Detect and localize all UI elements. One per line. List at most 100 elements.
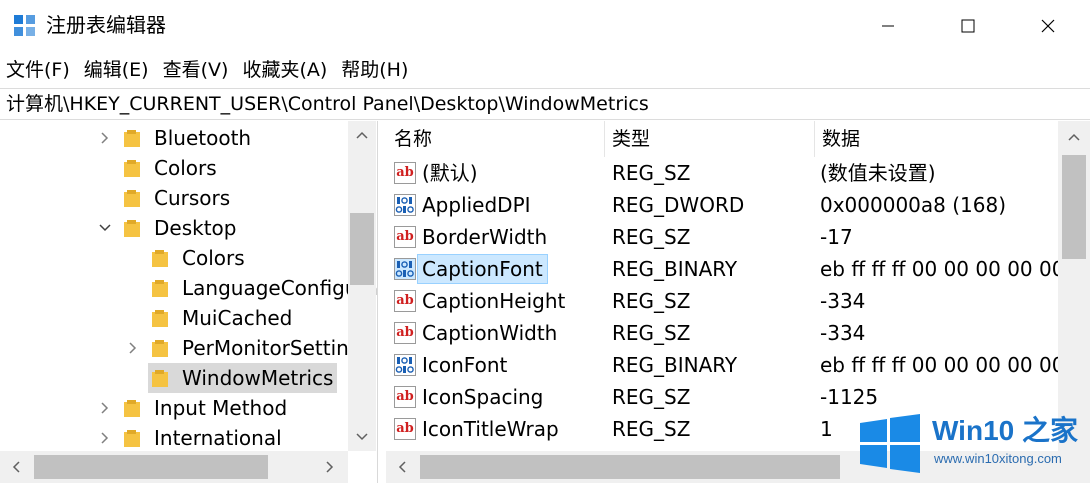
tree-item-content[interactable]: Colors: [120, 153, 221, 183]
windows-logo-icon: [860, 414, 920, 473]
scroll-left-icon[interactable]: [388, 453, 416, 481]
tree-item-content[interactable]: WindowMetrics: [148, 363, 338, 393]
window-title: 注册表编辑器: [46, 13, 166, 37]
value-row[interactable]: ab CaptionWidth REG_SZ -334: [386, 317, 1090, 349]
tree-item-content[interactable]: Colors: [148, 243, 249, 273]
values-vertical-scrollbar[interactable]: [1058, 121, 1090, 451]
watermark-name: Win10 之家: [932, 415, 1078, 446]
expand-arrow-icon[interactable]: [96, 432, 114, 444]
value-data: (数值未设置): [820, 161, 936, 185]
tree-item[interactable]: International: [96, 423, 286, 453]
value-row[interactable]: ab BorderWidth REG_SZ -17: [386, 221, 1090, 253]
value-row[interactable]: ab (默认) REG_SZ (数值未设置): [386, 157, 1090, 189]
tree-item-content[interactable]: LanguageConfiguration: [148, 273, 377, 303]
tree-item-content[interactable]: Cursors: [120, 183, 234, 213]
folder-icon: [152, 309, 168, 327]
binary-value-icon: [394, 354, 416, 376]
value-data: 0x000000a8 (168): [820, 193, 1007, 217]
value-type: REG_SZ: [612, 417, 691, 441]
tree-item-content[interactable]: Input Method: [120, 393, 291, 423]
minimize-icon: [882, 25, 894, 27]
tree-item-content[interactable]: Desktop: [120, 213, 240, 243]
tree-horizontal-thumb[interactable]: [34, 455, 268, 479]
close-button[interactable]: [1008, 0, 1088, 52]
menu-view[interactable]: 查看(V): [163, 55, 229, 85]
menu-file[interactable]: 文件(F): [6, 55, 70, 85]
tree-item[interactable]: WindowMetrics: [124, 363, 338, 393]
tree-vertical-thumb[interactable]: [350, 213, 374, 285]
value-data: eb ff ff ff 00 00 00 00 00: [820, 257, 1058, 281]
collapse-arrow-icon[interactable]: [96, 224, 114, 232]
value-type: REG_SZ: [612, 289, 691, 313]
tree-item[interactable]: PerMonitorSettings: [124, 333, 376, 363]
value-data: eb ff ff ff 00 00 00 00 00: [820, 353, 1058, 377]
tree-item[interactable]: Input Method: [96, 393, 291, 423]
folder-icon: [124, 429, 140, 447]
string-value-icon: ab: [394, 418, 416, 440]
tree-item[interactable]: MuiCached: [124, 303, 296, 333]
value-data: -334: [820, 289, 866, 313]
tree-item-content[interactable]: PerMonitorSettings: [148, 333, 376, 363]
close-icon: [1041, 19, 1055, 33]
value-row[interactable]: IconFont REG_BINARY eb ff ff ff 00 00 00 0…: [386, 349, 1090, 381]
maximize-button[interactable]: [928, 0, 1008, 52]
tree-item-label: International: [154, 426, 282, 450]
tree-item[interactable]: Cursors: [96, 183, 234, 213]
expand-arrow-icon[interactable]: [96, 132, 114, 144]
value-type: REG_BINARY: [612, 257, 738, 281]
tree-item[interactable]: Bluetooth: [96, 123, 255, 153]
title-bar: 注册表编辑器: [0, 0, 1090, 52]
value-name: IconTitleWrap: [422, 417, 559, 441]
menu-help[interactable]: 帮助(H): [341, 55, 408, 85]
value-name: BorderWidth: [422, 225, 548, 249]
value-row[interactable]: CaptionFont REG_BINARY eb ff ff ff 00 00 0…: [386, 253, 1090, 285]
string-value-icon: ab: [394, 162, 416, 184]
value-data: -334: [820, 321, 866, 345]
menu-bar: 文件(F) 编辑(E) 查看(V) 收藏夹(A) 帮助(H): [0, 52, 1090, 88]
values-vertical-thumb[interactable]: [1062, 155, 1086, 259]
scroll-down-icon[interactable]: [348, 423, 376, 451]
tree-item-content[interactable]: International: [120, 423, 286, 453]
tree-item-label: WindowMetrics: [182, 366, 334, 390]
column-header-type[interactable]: 类型: [604, 121, 814, 157]
tree-horizontal-scrollbar[interactable]: [0, 451, 348, 483]
scroll-right-icon[interactable]: [316, 453, 344, 481]
string-value-icon: ab: [394, 386, 416, 408]
tree-item-content[interactable]: MuiCached: [148, 303, 296, 333]
tree-item-content[interactable]: Bluetooth: [120, 123, 255, 153]
values-horizontal-thumb[interactable]: [420, 455, 840, 479]
value-type: REG_SZ: [612, 321, 691, 345]
tree-item[interactable]: Colors: [96, 153, 221, 183]
tree-item-label: Bluetooth: [154, 126, 252, 150]
tree-item[interactable]: Colors: [124, 243, 249, 273]
value-name: CaptionWidth: [422, 321, 558, 345]
address-bar[interactable]: 计算机\HKEY_CURRENT_USER\Control Panel\Desk…: [0, 88, 1090, 120]
maximize-icon: [961, 19, 975, 33]
tree-vertical-scrollbar[interactable]: [348, 121, 376, 451]
value-row[interactable]: AppliedDPI REG_DWORD 0x000000a8 (168): [386, 189, 1090, 221]
menu-edit[interactable]: 编辑(E): [84, 55, 149, 85]
column-header-name[interactable]: 名称: [386, 121, 604, 157]
value-name: CaptionFont: [417, 254, 548, 284]
minimize-button[interactable]: [848, 0, 928, 52]
tree-item[interactable]: LanguageConfiguration: [124, 273, 377, 303]
value-type: REG_DWORD: [612, 193, 745, 217]
menu-favorites[interactable]: 收藏夹(A): [242, 55, 327, 85]
scroll-up-icon[interactable]: [1060, 123, 1088, 151]
scroll-left-icon[interactable]: [2, 453, 30, 481]
value-row[interactable]: ab CaptionHeight REG_SZ -334: [386, 285, 1090, 317]
expand-arrow-icon[interactable]: [96, 402, 114, 414]
registry-editor-icon: [14, 15, 36, 37]
tree-item-label: PerMonitorSettings: [182, 336, 372, 360]
scroll-up-icon[interactable]: [348, 121, 376, 149]
value-type: REG_SZ: [612, 385, 691, 409]
folder-icon: [124, 219, 140, 237]
value-name: CaptionHeight: [422, 289, 566, 313]
column-header-data[interactable]: 数据: [814, 121, 1058, 157]
binary-value-icon: [394, 258, 416, 280]
folder-icon: [124, 189, 140, 207]
folder-icon: [124, 399, 140, 417]
tree-item[interactable]: Desktop: [96, 213, 240, 243]
expand-arrow-icon[interactable]: [124, 342, 142, 354]
binary-value-icon: [394, 194, 416, 216]
